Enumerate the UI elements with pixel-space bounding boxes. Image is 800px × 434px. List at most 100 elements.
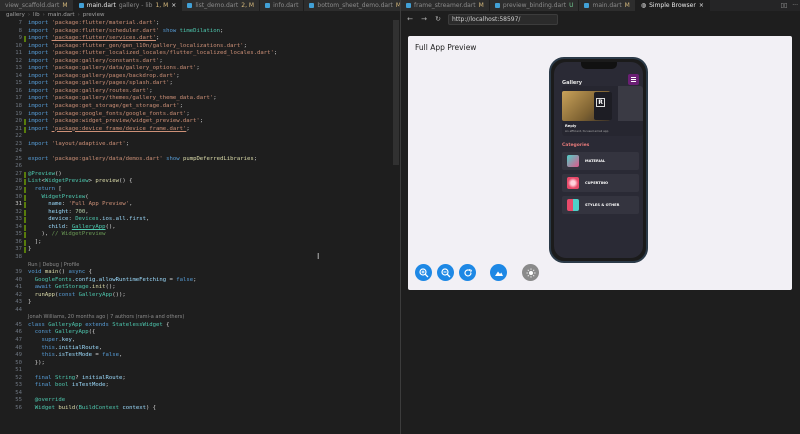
line-number: 52 xyxy=(15,374,22,381)
line-number: 12 xyxy=(15,57,22,64)
reply-logo-icon: R xyxy=(596,98,605,107)
styles-icon xyxy=(567,199,579,211)
reload-icon[interactable]: ↻ xyxy=(434,16,442,23)
code-line: 8 import 'package:flutter/scheduler.dart'… xyxy=(0,28,392,36)
code-line: 32 height: 700, xyxy=(0,209,392,217)
code-text: const GalleryApp({ xyxy=(34,329,96,336)
breadcrumb-item[interactable]: gallery xyxy=(6,11,25,20)
tab-simple-browser[interactable]: ◍ Simple Browser × xyxy=(635,0,710,11)
code-line: 34 child: GalleryApp(), xyxy=(0,224,392,232)
codelens-run-text[interactable]: Run | Debug | Profile xyxy=(22,262,79,270)
line-number: 56 xyxy=(15,404,22,411)
reset-zoom-button[interactable] xyxy=(459,264,476,281)
hero-carousel-card[interactable]: R Reply An efficient, focused email app xyxy=(562,86,643,136)
tab-frame-streamer[interactable]: frame_streamer.dart M xyxy=(401,0,490,11)
phone-notch xyxy=(581,62,617,69)
tab-bottom-sheet-demo[interactable]: bottom_sheet_demo.dart M xyxy=(304,0,400,11)
code-text: this.initialRoute, xyxy=(41,344,103,351)
line-number: 16 xyxy=(15,87,22,94)
codelens-run[interactable]: Run | Debug | Profile xyxy=(0,262,392,270)
git-change-marker xyxy=(24,247,26,254)
code-text: height: 700, xyxy=(48,208,89,215)
close-icon[interactable]: × xyxy=(699,0,704,11)
hero-next-card[interactable] xyxy=(618,86,643,121)
url-input[interactable]: http://localhost:58597/ xyxy=(448,14,558,25)
category-styles-other[interactable]: STYLES & OTHER xyxy=(562,196,639,214)
code-text: import 'package:flutter/services.dart'; xyxy=(28,35,160,42)
tab-status: M xyxy=(62,2,68,9)
line-number: 23 xyxy=(15,140,22,147)
code-line: 13 import 'package:gallery/data/gallery_o… xyxy=(0,65,392,73)
code-area[interactable]: 7 import 'package:flutter/material.dart';… xyxy=(0,20,392,412)
tab-preview-binding[interactable]: preview_binding.dart U xyxy=(489,0,580,11)
zoom-in-button[interactable] xyxy=(415,264,432,281)
back-arrow-icon[interactable]: ← xyxy=(406,16,414,23)
line-number: 39 xyxy=(15,269,22,276)
category-label: STYLES & OTHER xyxy=(585,203,620,207)
code-line: 10 import 'package:flutter_gen/gen_l10n/g… xyxy=(0,43,392,51)
code-editor[interactable]: view_scaffold.dart M main.dart gallery -… xyxy=(0,0,400,434)
split-editor-icon[interactable]: ▯▯ xyxy=(781,2,788,9)
line-number: 9 xyxy=(18,35,22,42)
theme-toggle-button[interactable] xyxy=(522,264,539,281)
tab-info[interactable]: info.dart xyxy=(260,0,305,11)
tab-list-demo[interactable]: list_demo.dart 2, M xyxy=(182,0,261,11)
forward-arrow-icon[interactable]: → xyxy=(420,16,428,23)
code-text: @override xyxy=(34,397,66,404)
code-line: 38 xyxy=(0,254,392,262)
menu-icon[interactable] xyxy=(628,74,639,85)
breadcrumb-item[interactable]: preview xyxy=(83,11,105,20)
category-material[interactable]: MATERIAL xyxy=(562,152,639,170)
chevron-right-icon: › xyxy=(42,12,45,18)
code-text: device: Devices.ios.all.first, xyxy=(48,216,150,223)
line-number: 35 xyxy=(15,231,22,238)
line-number: 33 xyxy=(15,216,22,223)
tab-main-dart[interactable]: main.dart gallery - lib 1, M × xyxy=(73,0,183,11)
code-line: 15 import 'package:gallery/pages/splash.d… xyxy=(0,80,392,88)
code-line: 27 @Preview() xyxy=(0,171,392,179)
breadcrumb-item[interactable]: main.dart xyxy=(48,11,75,20)
code-line: 17 import 'package:gallery/themes/gallery… xyxy=(0,95,392,103)
code-line: 45 class GalleryApp extends StatelessWidg… xyxy=(0,322,392,330)
breadcrumb-item[interactable]: lib xyxy=(33,11,40,20)
tab-view-scaffold[interactable]: view_scaffold.dart M xyxy=(0,0,74,11)
code-line: 37} xyxy=(0,246,392,254)
editor-tab-bar: view_scaffold.dart M main.dart gallery -… xyxy=(0,0,400,11)
zoom-out-button[interactable] xyxy=(437,264,454,281)
dart-file-icon xyxy=(406,3,411,8)
phone-screen[interactable]: Gallery R Reply An efficient, focused em… xyxy=(554,62,643,258)
more-actions-icon[interactable]: ··· xyxy=(792,2,798,9)
code-text: import 'package:flutter/scheduler.dart' … xyxy=(28,27,224,34)
line-number: 29 xyxy=(15,186,22,193)
brightness-icon xyxy=(526,268,535,277)
code-line: 49 this.isTestMode = false, xyxy=(0,352,392,360)
preview-title: Full App Preview xyxy=(415,43,477,52)
tab-extra: gallery - lib xyxy=(118,2,153,9)
code-text: }); xyxy=(28,359,45,366)
tab-main-dart-2[interactable]: main.dart M xyxy=(579,0,636,11)
line-number: 15 xyxy=(15,80,22,87)
tab-label: preview_binding.dart xyxy=(502,2,567,9)
close-icon[interactable]: × xyxy=(171,0,176,11)
code-text: WidgetPreview( xyxy=(41,193,89,200)
code-line: 30 WidgetPreview( xyxy=(0,194,392,202)
code-line: 22 xyxy=(0,133,392,141)
line-number: 53 xyxy=(15,382,22,389)
line-number: 30 xyxy=(15,193,22,200)
codelens-blame-text[interactable]: Jonah Williams, 20 months ago | 7 author… xyxy=(22,314,184,322)
code-text: } xyxy=(28,299,32,306)
codelens-blame[interactable]: Jonah Williams, 20 months ago | 7 author… xyxy=(0,314,392,322)
code-text: name: 'Full App Preview', xyxy=(48,201,133,208)
code-line: 7 import 'package:flutter/material.dart'; xyxy=(0,20,392,28)
editor-scrollbar[interactable] xyxy=(393,20,399,165)
orientation-button[interactable] xyxy=(490,264,507,281)
git-change-marker xyxy=(24,119,26,126)
line-number: 22 xyxy=(15,133,22,140)
code-line: 53 final bool isTestMode; xyxy=(0,382,392,390)
line-number: 32 xyxy=(15,208,22,215)
category-cupertino[interactable]: CUPERTINO xyxy=(562,174,639,192)
line-number: 20 xyxy=(15,118,22,125)
code-line: 42 runApp(const GalleryApp()); xyxy=(0,292,392,300)
chevron-right-icon: › xyxy=(77,12,80,18)
code-line: 56 Widget build(BuildContext context) { xyxy=(0,405,392,413)
